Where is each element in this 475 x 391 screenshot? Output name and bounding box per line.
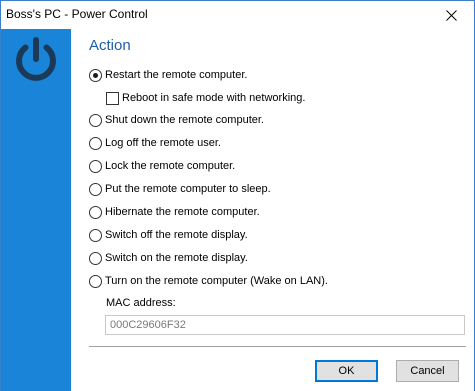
option-display-off-label: Switch off the remote display. bbox=[105, 229, 248, 241]
ok-button[interactable]: OK bbox=[315, 360, 378, 382]
option-hibernate[interactable]: Hibernate the remote computer. bbox=[89, 204, 260, 220]
power-control-dialog: Boss's PC - Power Control Action Restart… bbox=[0, 0, 475, 391]
option-display-off[interactable]: Switch off the remote display. bbox=[89, 227, 248, 243]
option-display-on[interactable]: Switch on the remote display. bbox=[89, 250, 248, 266]
sidebar bbox=[1, 29, 71, 391]
radio-hibernate[interactable] bbox=[89, 205, 102, 219]
radio-restart[interactable] bbox=[89, 68, 102, 82]
radio-wake-on-lan[interactable] bbox=[89, 274, 102, 288]
radio-sleep[interactable] bbox=[89, 182, 102, 196]
checkbox-safe-mode[interactable] bbox=[106, 91, 119, 105]
radio-lock[interactable] bbox=[89, 159, 102, 173]
mac-address-field[interactable] bbox=[105, 315, 465, 335]
close-icon bbox=[445, 9, 457, 21]
option-restart-label: Restart the remote computer. bbox=[105, 69, 248, 81]
option-logoff[interactable]: Log off the remote user. bbox=[89, 135, 221, 151]
radio-display-off[interactable] bbox=[89, 228, 102, 242]
mac-address-label: MAC address: bbox=[106, 297, 176, 309]
option-wake-on-lan[interactable]: Turn on the remote computer (Wake on LAN… bbox=[89, 273, 328, 289]
radio-logoff[interactable] bbox=[89, 136, 102, 150]
main-panel: Action Restart the remote computer. Rebo… bbox=[71, 29, 474, 391]
option-safe-mode-label: Reboot in safe mode with networking. bbox=[122, 92, 306, 104]
option-wake-on-lan-label: Turn on the remote computer (Wake on LAN… bbox=[105, 275, 328, 287]
option-restart[interactable]: Restart the remote computer. bbox=[89, 67, 247, 83]
option-lock[interactable]: Lock the remote computer. bbox=[89, 158, 235, 174]
option-shutdown-label: Shut down the remote computer. bbox=[105, 114, 264, 126]
power-icon bbox=[16, 37, 56, 81]
close-button[interactable] bbox=[428, 1, 474, 29]
cancel-button[interactable]: Cancel bbox=[396, 360, 459, 382]
option-hibernate-label: Hibernate the remote computer. bbox=[105, 206, 260, 218]
option-display-on-label: Switch on the remote display. bbox=[105, 252, 248, 264]
option-safe-mode[interactable]: Reboot in safe mode with networking. bbox=[106, 90, 305, 106]
option-sleep[interactable]: Put the remote computer to sleep. bbox=[89, 181, 271, 197]
option-logoff-label: Log off the remote user. bbox=[105, 137, 221, 149]
title-bar: Boss's PC - Power Control bbox=[1, 1, 474, 29]
option-shutdown[interactable]: Shut down the remote computer. bbox=[89, 112, 264, 128]
section-heading: Action bbox=[89, 37, 131, 54]
divider bbox=[89, 346, 466, 347]
window-title: Boss's PC - Power Control bbox=[6, 7, 148, 21]
radio-display-on[interactable] bbox=[89, 251, 102, 265]
option-lock-label: Lock the remote computer. bbox=[105, 160, 236, 172]
radio-shutdown[interactable] bbox=[89, 113, 102, 127]
option-sleep-label: Put the remote computer to sleep. bbox=[105, 183, 271, 195]
